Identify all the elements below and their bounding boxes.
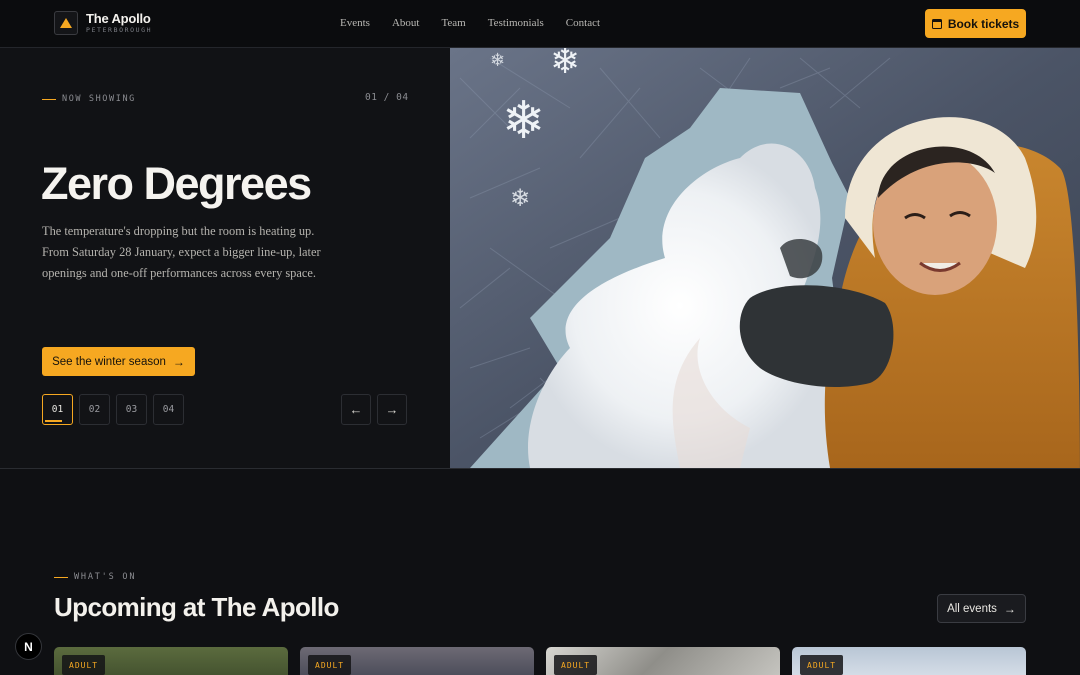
arrow-right-icon: →	[172, 354, 185, 369]
nav-link-contact[interactable]: Contact	[566, 17, 600, 29]
event-card[interactable]: ADULT	[300, 647, 534, 675]
svg-text:❄: ❄	[550, 48, 580, 82]
nav-link-events[interactable]: Events	[340, 17, 370, 29]
hero-image: ❄ ❄ ❄ ❄	[450, 48, 1080, 468]
event-card[interactable]: ADULT	[54, 647, 288, 675]
event-card[interactable]: ADULT	[546, 647, 780, 675]
whats-on-eyebrow-text: WHAT'S ON	[74, 572, 137, 582]
svg-text:❄: ❄	[490, 50, 505, 71]
eyebrow-dash	[54, 576, 68, 578]
brand-logo[interactable]: The Apollo PETERBOROUGH	[54, 11, 152, 35]
slide-button-01[interactable]: 01	[42, 394, 73, 425]
next-slide-button[interactable]: →	[377, 394, 407, 425]
top-nav: The Apollo PETERBOROUGH Events About Tea…	[0, 0, 1080, 48]
eyebrow-dash	[42, 98, 56, 100]
prev-slide-button[interactable]: ←	[341, 394, 371, 425]
hero-eyebrow: NOW SHOWING	[42, 94, 136, 104]
all-events-label: All events	[947, 602, 997, 615]
book-tickets-label: Book tickets	[947, 16, 1020, 31]
brand-subtitle: PETERBOROUGH	[86, 26, 153, 35]
nextjs-badge-button[interactable]: N	[15, 633, 42, 660]
hero-illustration: ❄ ❄ ❄ ❄	[450, 48, 1080, 468]
whats-on-eyebrow: WHAT'S ON	[54, 572, 136, 582]
nav-link-testimonials[interactable]: Testimonials	[488, 17, 544, 29]
slide-button-02[interactable]: 02	[79, 394, 110, 425]
slide-button-03[interactable]: 03	[116, 394, 147, 425]
triangle-icon	[54, 11, 78, 35]
hero-description: The temperature's dropping but the room …	[42, 224, 321, 280]
nav-link-about[interactable]: About	[392, 17, 420, 29]
hero-panel: NOW SHOWING 01 / 04 Zero Degrees The tem…	[0, 48, 450, 468]
all-events-button[interactable]: All events →	[937, 594, 1026, 623]
hero-title: Zero Degrees	[41, 158, 312, 209]
book-tickets-button[interactable]: Book tickets	[925, 9, 1026, 38]
svg-text:❄: ❄	[510, 184, 530, 212]
section-divider	[0, 468, 1080, 469]
arrow-right-icon: →	[1003, 601, 1016, 616]
see-winter-season-button[interactable]: See the winter season →	[42, 347, 195, 376]
event-badge: ADULT	[800, 655, 844, 675]
event-badge: ADULT	[554, 655, 598, 675]
section-title: Upcoming at The Apollo	[54, 592, 339, 622]
slide-pagination: 01 02 03 04	[42, 394, 190, 425]
nav-links: Events About Team Testimonials Contact	[340, 17, 622, 29]
event-badge: ADULT	[308, 655, 352, 675]
slide-button-04[interactable]: 04	[153, 394, 184, 425]
brand-name: The Apollo	[86, 11, 151, 27]
calendar-icon	[931, 18, 942, 29]
slide-counter: 01 / 04	[365, 92, 409, 103]
event-card[interactable]: ADULT	[792, 647, 1026, 675]
arrow-left-icon: ←	[349, 402, 363, 417]
event-badge: ADULT	[62, 655, 106, 675]
hero-eyebrow-text: NOW SHOWING	[62, 94, 136, 104]
see-winter-season-label: See the winter season	[52, 355, 166, 368]
svg-text:❄: ❄	[502, 91, 546, 151]
arrow-right-icon: →	[385, 402, 399, 417]
nav-link-team[interactable]: Team	[441, 17, 465, 29]
